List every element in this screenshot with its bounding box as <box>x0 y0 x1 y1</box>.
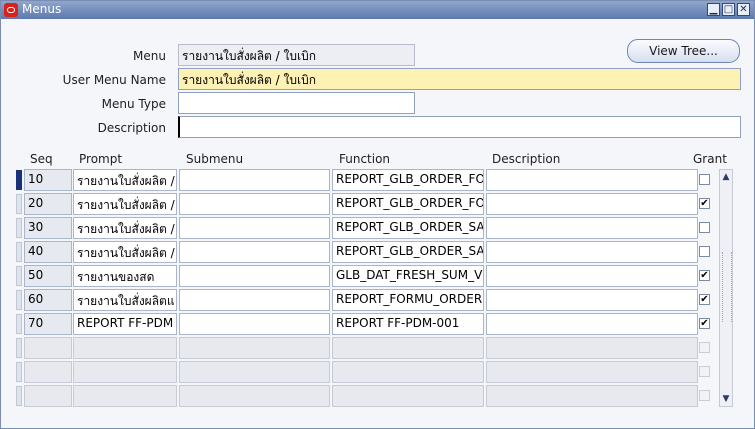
column-header-grant: Grant <box>693 152 727 166</box>
grant-checkbox[interactable] <box>699 246 710 257</box>
prompt-cell[interactable] <box>73 361 177 383</box>
submenu-cell[interactable] <box>179 385 330 407</box>
seq-cell[interactable] <box>24 361 72 383</box>
row-selector[interactable] <box>16 242 22 262</box>
column-header-function: Function <box>339 152 391 166</box>
user-menu-name-field[interactable]: รายงานใบสั่งผลิต / ใบเบิก <box>178 68 741 90</box>
submenu-cell[interactable] <box>179 337 330 359</box>
grant-checkbox[interactable] <box>699 390 710 401</box>
seq-cell[interactable]: 10 <box>24 169 72 191</box>
description-field[interactable] <box>178 116 741 138</box>
description-label: Description <box>97 121 166 135</box>
function-cell[interactable]: REPORT_FORMU_ORDER <box>332 289 484 311</box>
oracle-icon <box>4 3 18 17</box>
submenu-cell[interactable] <box>179 169 330 191</box>
function-cell[interactable] <box>332 385 484 407</box>
description-cell[interactable] <box>486 241 698 263</box>
prompt-cell[interactable] <box>73 337 177 359</box>
grant-checkbox[interactable] <box>699 366 710 377</box>
row-selector[interactable] <box>16 314 22 334</box>
row-selector[interactable] <box>16 362 22 382</box>
function-cell[interactable]: REPORT FF-PDM-001 <box>332 313 484 335</box>
grant-checkbox[interactable] <box>699 342 710 353</box>
row-selector[interactable] <box>16 338 22 358</box>
prompt-cell[interactable]: รายงานใบสั่งผลิต / <box>73 217 177 239</box>
column-header-prompt: Prompt <box>79 152 123 166</box>
seq-cell[interactable]: 30 <box>24 217 72 239</box>
seq-cell[interactable]: 70 <box>24 313 72 335</box>
row-selector[interactable] <box>16 290 22 310</box>
description-cell[interactable] <box>486 289 698 311</box>
description-cell[interactable] <box>486 385 698 407</box>
row-selector[interactable] <box>16 170 22 190</box>
column-header-description: Description <box>492 152 561 166</box>
submenu-cell[interactable] <box>179 241 330 263</box>
seq-cell[interactable]: 20 <box>24 193 72 215</box>
grant-checkbox[interactable]: ✔ <box>699 198 710 209</box>
column-header-submenu: Submenu <box>186 152 244 166</box>
row-selector[interactable] <box>16 194 22 214</box>
column-header-seq: Seq <box>30 152 53 166</box>
function-cell[interactable]: GLB_DAT_FRESH_SUM_V <box>332 265 484 287</box>
description-cell[interactable] <box>486 361 698 383</box>
seq-cell[interactable]: 60 <box>24 289 72 311</box>
grant-checkbox[interactable] <box>699 174 710 185</box>
description-cell[interactable] <box>486 217 698 239</box>
prompt-cell[interactable] <box>73 385 177 407</box>
seq-cell[interactable]: 50 <box>24 265 72 287</box>
function-cell[interactable]: REPORT_GLB_ORDER_SA <box>332 241 484 263</box>
function-cell[interactable]: REPORT_GLB_ORDER_FO <box>332 169 484 191</box>
row-selector[interactable] <box>16 266 22 286</box>
seq-cell[interactable] <box>24 385 72 407</box>
seq-cell[interactable] <box>24 337 72 359</box>
grant-checkbox[interactable]: ✔ <box>699 318 710 329</box>
seq-cell[interactable]: 40 <box>24 241 72 263</box>
prompt-cell[interactable]: REPORT FF-PDM <box>73 313 177 335</box>
title-bar[interactable]: Menus ▁ □ ✕ <box>1 1 754 19</box>
prompt-cell[interactable]: รายงานใบสั่งผลิต / <box>73 169 177 191</box>
maximize-icon[interactable]: □ <box>722 3 735 16</box>
menu-type-field[interactable] <box>178 92 415 114</box>
submenu-cell[interactable] <box>179 289 330 311</box>
close-icon[interactable]: ✕ <box>737 3 750 16</box>
grid-scrollbar[interactable]: ▲ ▼ <box>719 169 733 407</box>
menu-field[interactable]: รายงานใบสั่งผลิต / ใบเบิก <box>178 44 415 66</box>
description-cell[interactable] <box>486 193 698 215</box>
grant-checkbox[interactable] <box>699 222 710 233</box>
menu-type-label: Menu Type <box>101 97 166 111</box>
prompt-cell[interactable]: รายงานใบสั่งผลิต / <box>73 241 177 263</box>
function-cell[interactable]: REPORT_GLB_ORDER_FO <box>332 193 484 215</box>
function-cell[interactable] <box>332 337 484 359</box>
function-cell[interactable] <box>332 361 484 383</box>
submenu-cell[interactable] <box>179 217 330 239</box>
submenu-cell[interactable] <box>179 193 330 215</box>
row-selector[interactable] <box>16 218 22 238</box>
scrollbar-thumb[interactable] <box>722 252 732 322</box>
window-title: Menus <box>22 2 62 16</box>
grant-checkbox[interactable]: ✔ <box>699 294 710 305</box>
scroll-down-icon[interactable]: ▼ <box>720 393 732 405</box>
submenu-cell[interactable] <box>179 361 330 383</box>
grant-checkbox[interactable]: ✔ <box>699 270 710 281</box>
description-cell[interactable] <box>486 337 698 359</box>
description-cell[interactable] <box>486 169 698 191</box>
prompt-cell[interactable]: รายงานใบสั่งผลิตแ <box>73 289 177 311</box>
minimize-icon[interactable]: ▁ <box>707 3 720 16</box>
menus-window: Menus ▁ □ ✕ Menu รายงานใบสั่งผลิต / ใบเบ… <box>0 0 755 429</box>
description-cell[interactable] <box>486 265 698 287</box>
prompt-cell[interactable]: รายงานของสด <box>73 265 177 287</box>
menu-label: Menu <box>133 49 166 63</box>
view-tree-button[interactable]: View Tree... <box>627 39 740 63</box>
submenu-cell[interactable] <box>179 313 330 335</box>
prompt-cell[interactable]: รายงานใบสั่งผลิต / <box>73 193 177 215</box>
function-cell[interactable]: REPORT_GLB_ORDER_SA <box>332 217 484 239</box>
scroll-up-icon[interactable]: ▲ <box>720 171 732 183</box>
row-selector[interactable] <box>16 386 22 406</box>
submenu-cell[interactable] <box>179 265 330 287</box>
user-menu-name-label: User Menu Name <box>62 73 166 87</box>
description-cell[interactable] <box>486 313 698 335</box>
